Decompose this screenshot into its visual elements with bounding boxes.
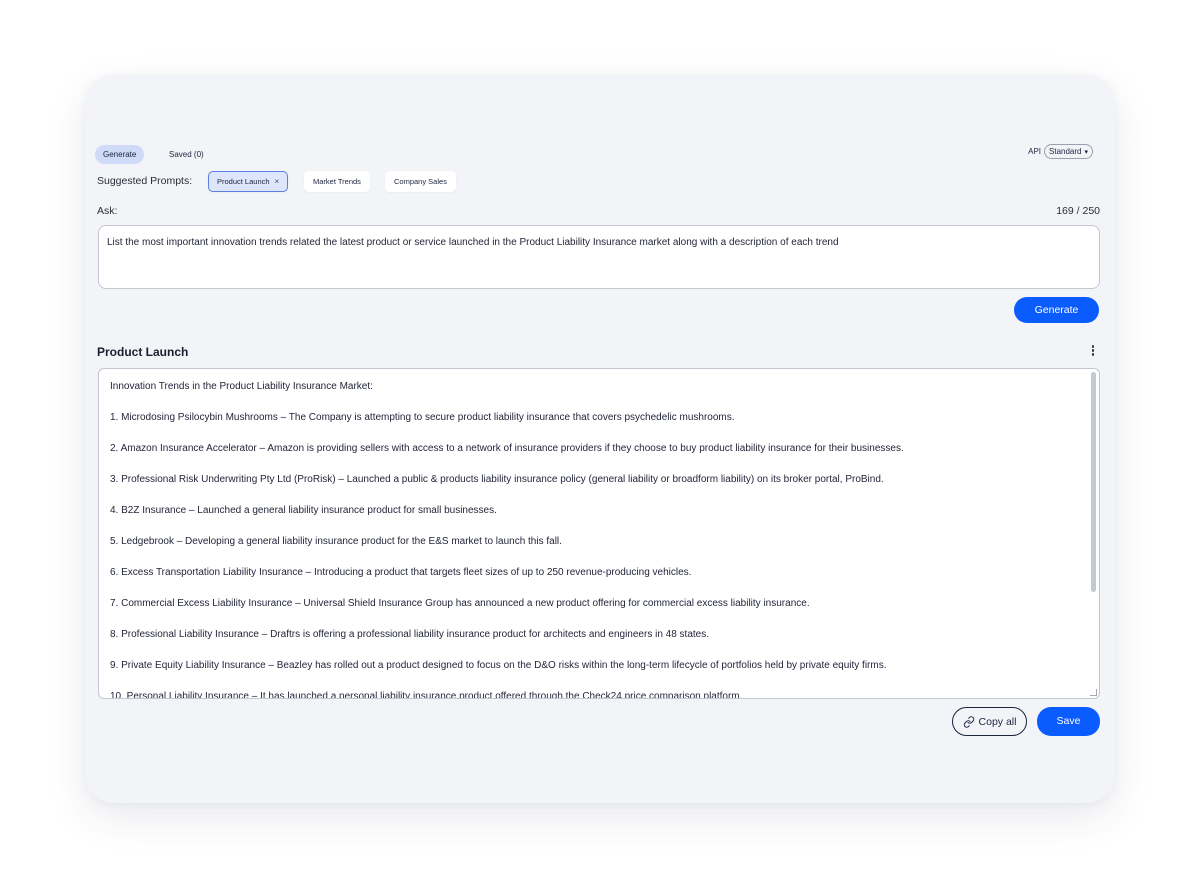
char-counter: 169 / 250 <box>1056 205 1100 217</box>
resize-handle[interactable] <box>1090 689 1097 696</box>
chevron-down-icon: ▾ <box>1084 148 1088 156</box>
close-icon[interactable]: × <box>275 177 280 186</box>
result-title: Product Launch <box>97 345 189 359</box>
result-line: 4. B2Z Insurance – Launched a general li… <box>110 505 497 516</box>
api-select[interactable]: Standard ▾ <box>1044 144 1093 159</box>
api-label: API <box>1028 147 1042 156</box>
kebab-menu-icon[interactable] <box>1090 345 1096 359</box>
result-line: 1. Microdosing Psilocybin Mushrooms – Th… <box>110 412 735 423</box>
api-selector-group: API Standard ▾ <box>1028 144 1093 159</box>
result-line: 2. Amazon Insurance Accelerator – Amazon… <box>110 443 904 454</box>
copy-all-button[interactable]: Copy all <box>952 707 1027 736</box>
scrollbar[interactable] <box>1091 372 1096 592</box>
api-selected-value: Standard <box>1049 147 1082 156</box>
result-line: Innovation Trends in the Product Liabili… <box>110 381 373 392</box>
copy-all-label: Copy all <box>978 715 1017 728</box>
suggested-prompts-label: Suggested Prompts: <box>97 175 193 187</box>
main-card: Generate Saved (0) API Standard ▾ Sugges… <box>85 75 1115 803</box>
prompt-chip-product-launch[interactable]: Product Launch × <box>208 171 289 192</box>
result-content: Innovation Trends in the Product Liabili… <box>99 369 1099 699</box>
result-line: 10. Personal Liability Insurance – It ha… <box>110 691 743 699</box>
tab-saved[interactable]: Saved (0) <box>161 145 212 164</box>
link-icon <box>963 715 974 728</box>
result-line: 9. Private Equity Liability Insurance – … <box>110 660 887 671</box>
ask-label: Ask: <box>97 205 118 217</box>
tab-generate[interactable]: Generate <box>95 145 145 164</box>
prompt-chip-company-sales[interactable]: Company Sales <box>385 171 456 192</box>
save-button[interactable]: Save <box>1037 707 1100 736</box>
result-line: 5. Ledgebrook – Developing a general lia… <box>110 536 562 547</box>
result-line: 7. Commercial Excess Liability Insurance… <box>110 598 810 609</box>
result-textarea[interactable]: Innovation Trends in the Product Liabili… <box>98 368 1100 699</box>
result-line: 3. Professional Risk Underwriting Pty Lt… <box>110 474 884 485</box>
result-line: 8. Professional Liability Insurance – Dr… <box>110 629 710 640</box>
result-line: 6. Excess Transportation Liability Insur… <box>110 567 692 578</box>
prompt-chip-market-trends[interactable]: Market Trends <box>304 171 370 192</box>
ask-textarea[interactable]: List the most important innovation trend… <box>98 225 1100 289</box>
generate-button[interactable]: Generate <box>1014 297 1099 323</box>
chip-label: Product Launch <box>217 177 270 186</box>
